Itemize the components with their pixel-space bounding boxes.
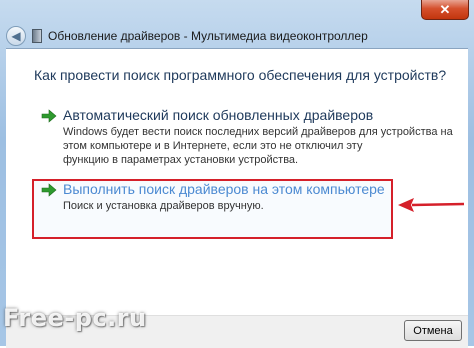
- description-line: функцию в параметрах установки устройств…: [63, 154, 299, 166]
- cancel-button[interactable]: Отмена: [404, 320, 462, 341]
- site-watermark: Free-pc.ru: [3, 304, 147, 332]
- manual-search-option[interactable]: Выполнить поиск драйверов на этом компью…: [31, 181, 391, 239]
- window-title-row: Обновление драйверов - Мультимедиа видео…: [32, 26, 368, 46]
- manual-search-title: Выполнить поиск драйверов на этом компью…: [63, 181, 385, 197]
- auto-search-option[interactable]: Автоматический поиск обновленных драйвер…: [31, 107, 453, 167]
- green-arrow-icon: [41, 109, 57, 123]
- auto-search-title: Автоматический поиск обновленных драйвер…: [63, 107, 374, 123]
- manual-search-description: Поиск и установка драйверов вручную.: [63, 199, 383, 213]
- description-line: Поиск и установка драйверов вручную.: [63, 200, 264, 212]
- green-arrow-icon: [41, 183, 57, 197]
- red-pointer-arrow-icon: [398, 198, 465, 212]
- device-driver-icon: [32, 29, 42, 43]
- auto-search-description: Windows будет вести поиск последних верс…: [63, 125, 453, 167]
- title-bar: [0, 0, 474, 26]
- wizard-content: Как провести поиск программного обеспече…: [6, 48, 468, 348]
- driver-update-window: ✕ ◀ Обновление драйверов - Мультимедиа в…: [0, 0, 474, 348]
- close-button[interactable]: ✕: [421, 0, 469, 20]
- window-title: Обновление драйверов - Мультимедиа видео…: [48, 29, 368, 43]
- back-button[interactable]: ◀: [6, 26, 26, 46]
- page-heading: Как провести поиск программного обеспече…: [34, 67, 447, 83]
- description-line: Windows будет вести поиск последних верс…: [63, 126, 453, 138]
- back-arrow-icon: ◀: [11, 29, 21, 43]
- description-line: этом компьютере и в Интернете, если это …: [63, 140, 363, 152]
